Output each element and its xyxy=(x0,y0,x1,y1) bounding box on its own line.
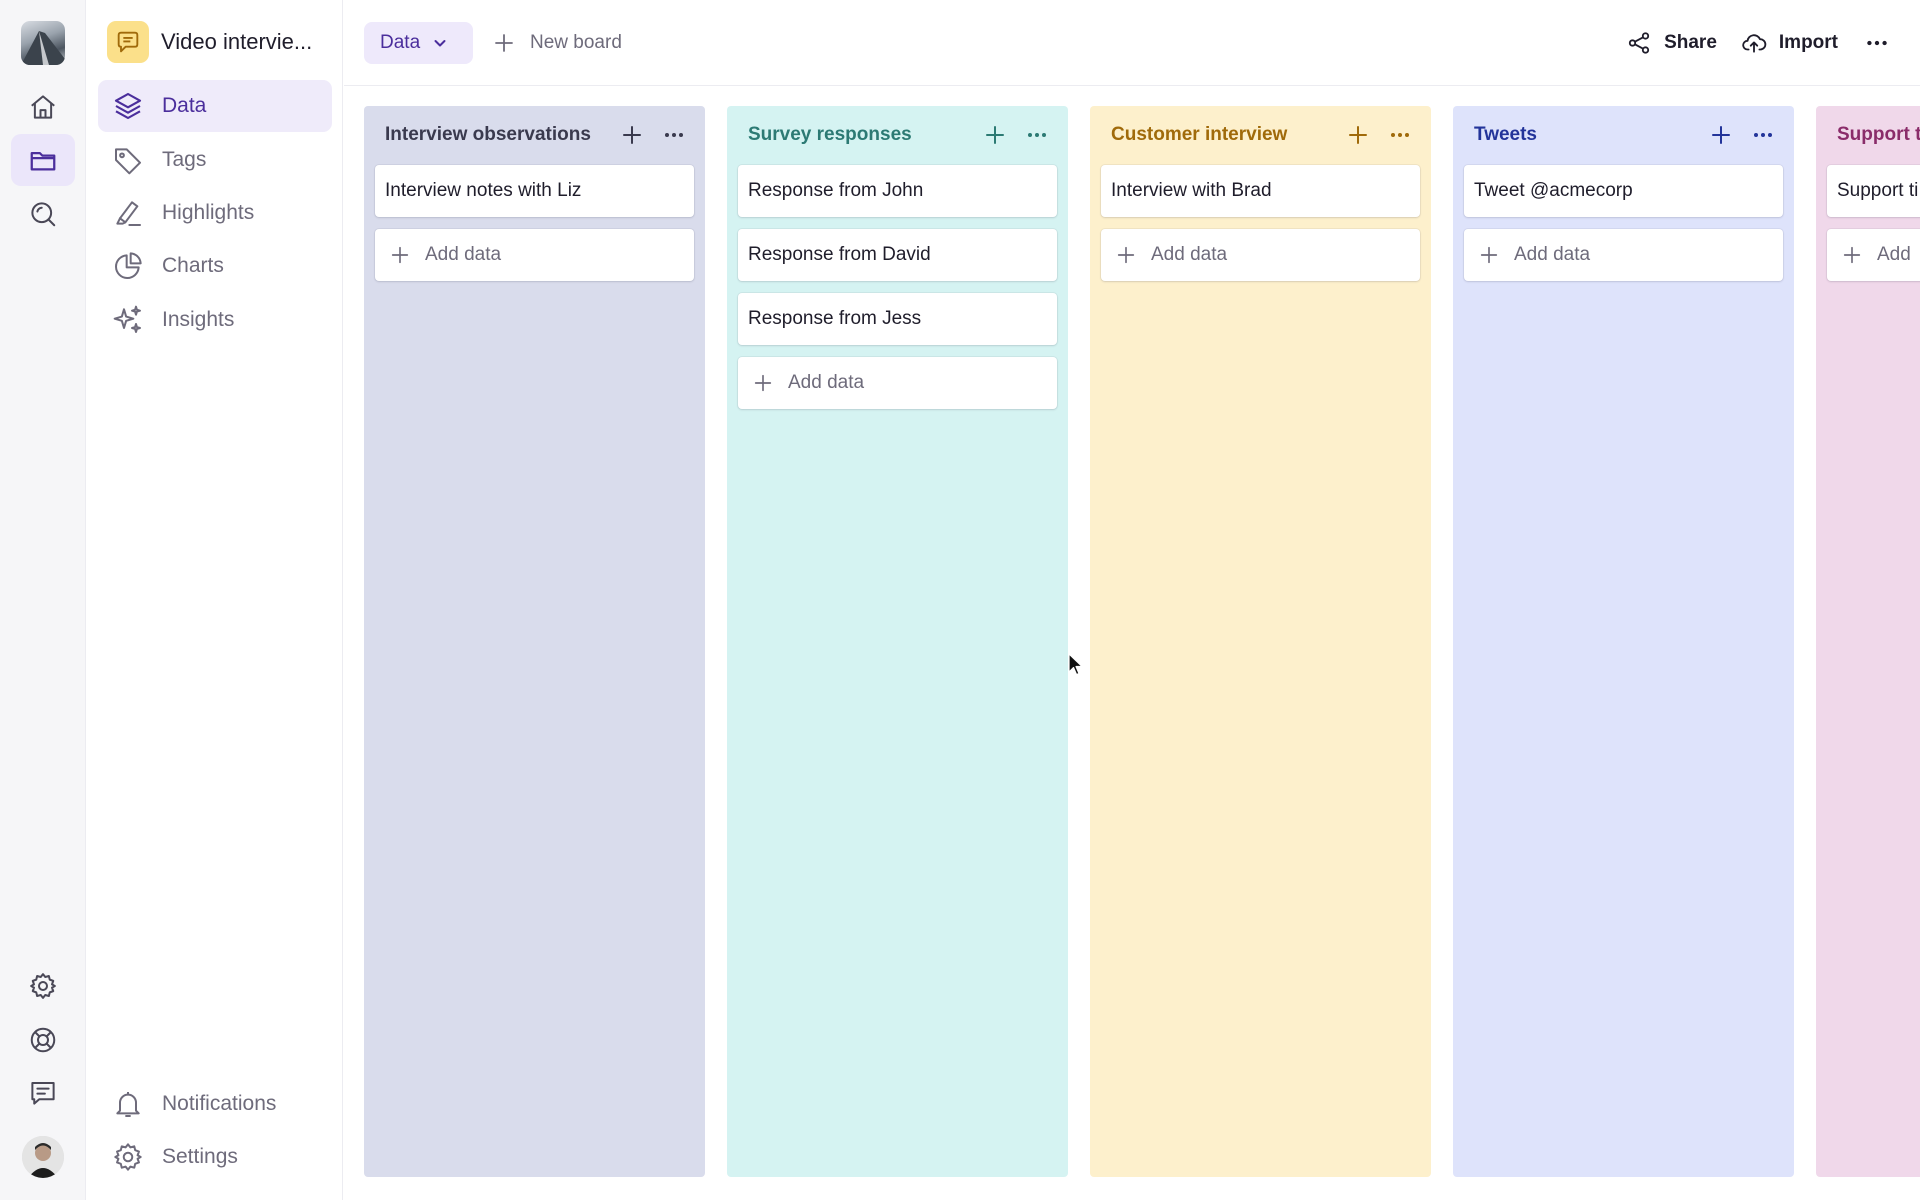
column-more-icon[interactable] xyxy=(1022,120,1052,150)
lifebuoy-icon[interactable] xyxy=(11,1014,75,1066)
data-card[interactable]: Response from John xyxy=(738,165,1057,217)
board-column: Tweets Tweet @acmecorp Add data xyxy=(1453,106,1794,1177)
tag-icon xyxy=(115,148,141,175)
sparkles-icon xyxy=(113,305,141,333)
board-column: Interview observations Interview notes wi… xyxy=(364,106,705,1177)
user-avatar[interactable] xyxy=(22,1136,64,1178)
plus-icon xyxy=(1117,246,1135,264)
add-data-label: Add data xyxy=(1514,244,1591,265)
plus-icon xyxy=(1843,246,1861,264)
column-title[interactable]: Interview observations xyxy=(385,124,605,146)
new-board-button[interactable]: New board xyxy=(492,24,622,62)
plus-icon xyxy=(1480,246,1498,264)
share-label: Share xyxy=(1664,32,1717,53)
plus-icon xyxy=(495,34,513,52)
highlighter-icon xyxy=(116,201,141,226)
add-card-icon[interactable] xyxy=(980,120,1010,150)
nav-item-notifications[interactable]: Notifications xyxy=(98,1078,332,1130)
add-data-label: Add data xyxy=(788,372,865,393)
column-header: Tweets xyxy=(1474,106,1778,164)
layers-icon xyxy=(114,92,142,120)
add-data-label: Add data xyxy=(425,244,502,265)
column-title[interactable]: Support t xyxy=(1837,124,1920,146)
add-card-icon[interactable] xyxy=(617,120,647,150)
add-data-label: Add data xyxy=(1151,244,1228,265)
add-data-button[interactable]: Add data xyxy=(1464,229,1783,281)
nav-item-charts[interactable]: Charts xyxy=(98,240,332,292)
new-board-label: New board xyxy=(530,32,622,53)
data-card[interactable]: Interview notes with Liz xyxy=(375,165,694,217)
nav-item-label: Settings xyxy=(162,1145,238,1168)
add-data-button[interactable]: Add xyxy=(1827,229,1920,281)
nav-item-label: Tags xyxy=(162,148,207,171)
nav-item-label: Charts xyxy=(162,254,224,277)
data-card[interactable]: Support ti xyxy=(1827,165,1920,217)
icon-rail xyxy=(0,0,86,1200)
board-column: Support t Support ti Add xyxy=(1816,106,1920,1177)
gear-icon[interactable] xyxy=(11,960,75,1012)
add-data-button[interactable]: Add data xyxy=(375,229,694,281)
add-data-button[interactable]: Add data xyxy=(1101,229,1420,281)
add-card-icon[interactable] xyxy=(1706,120,1736,150)
chevron-down-icon xyxy=(434,40,446,47)
column-more-icon[interactable] xyxy=(1385,120,1415,150)
nav-item-tags[interactable]: Tags xyxy=(98,134,332,186)
nav-item-label: Data xyxy=(162,94,207,117)
home-icon[interactable] xyxy=(11,81,75,133)
data-card[interactable]: Interview with Brad xyxy=(1101,165,1420,217)
mouse-cursor-icon xyxy=(1068,653,1083,676)
board-column: Customer interview Interview with Brad Add… xyxy=(1090,106,1431,1177)
board-select[interactable]: Data xyxy=(364,22,473,64)
column-header: Survey responses xyxy=(748,106,1052,164)
nav-item-label: Notifications xyxy=(162,1092,277,1115)
top-bar: Data New board Share Import xyxy=(344,0,1920,86)
board-select-label: Data xyxy=(380,32,421,53)
project-sidebar: Video intervie... Data Tags Highlights C… xyxy=(87,0,343,1200)
column-header: Support t xyxy=(1837,106,1920,164)
column-header: Customer interview xyxy=(1111,106,1415,164)
gear-icon xyxy=(114,1143,142,1171)
project-header[interactable]: Video intervie... xyxy=(107,21,331,63)
import-button[interactable]: Import xyxy=(1741,30,1838,56)
share-button[interactable]: Share xyxy=(1626,30,1717,56)
workspace-logo[interactable] xyxy=(21,21,65,65)
data-card[interactable]: Tweet @acmecorp xyxy=(1464,165,1783,217)
plus-icon xyxy=(391,246,409,264)
nav-item-data[interactable]: Data xyxy=(98,80,332,132)
column-more-icon[interactable] xyxy=(659,120,689,150)
board-column: Survey responses Response from John Respon… xyxy=(727,106,1068,1177)
top-actions: Share Import xyxy=(1626,22,1920,64)
column-title[interactable]: Survey responses xyxy=(748,124,968,146)
column-title[interactable]: Tweets xyxy=(1474,124,1694,146)
bell-icon xyxy=(116,1092,140,1117)
search-icon[interactable] xyxy=(11,188,75,240)
add-data-button[interactable]: Add data xyxy=(738,357,1057,409)
more-options-icon[interactable] xyxy=(1862,28,1892,58)
board-canvas: Interview observations Interview notes wi… xyxy=(344,87,1920,1200)
nav-item-settings[interactable]: Settings xyxy=(98,1131,332,1183)
pie-chart-icon xyxy=(115,252,142,279)
add-data-label: Add xyxy=(1877,244,1911,265)
nav-item-label: Highlights xyxy=(162,201,255,224)
add-card-icon[interactable] xyxy=(1343,120,1373,150)
folder-icon[interactable] xyxy=(11,134,75,186)
chat-icon[interactable] xyxy=(11,1067,75,1119)
plus-icon xyxy=(754,374,772,392)
nav-item-label: Insights xyxy=(162,308,235,331)
nav-item-insights[interactable]: Insights xyxy=(98,294,332,346)
data-card[interactable]: Response from David xyxy=(738,229,1057,281)
column-header: Interview observations xyxy=(385,106,689,164)
column-more-icon[interactable] xyxy=(1748,120,1778,150)
import-label: Import xyxy=(1778,32,1838,53)
speech-bubble-icon xyxy=(107,21,149,63)
cloud-upload-icon xyxy=(1742,34,1767,53)
column-title[interactable]: Customer interview xyxy=(1111,124,1331,146)
nav-item-highlights[interactable]: Highlights xyxy=(98,187,332,239)
data-card[interactable]: Response from Jess xyxy=(738,293,1057,345)
project-title: Video intervie... xyxy=(161,29,313,54)
share-icon xyxy=(1628,32,1650,54)
